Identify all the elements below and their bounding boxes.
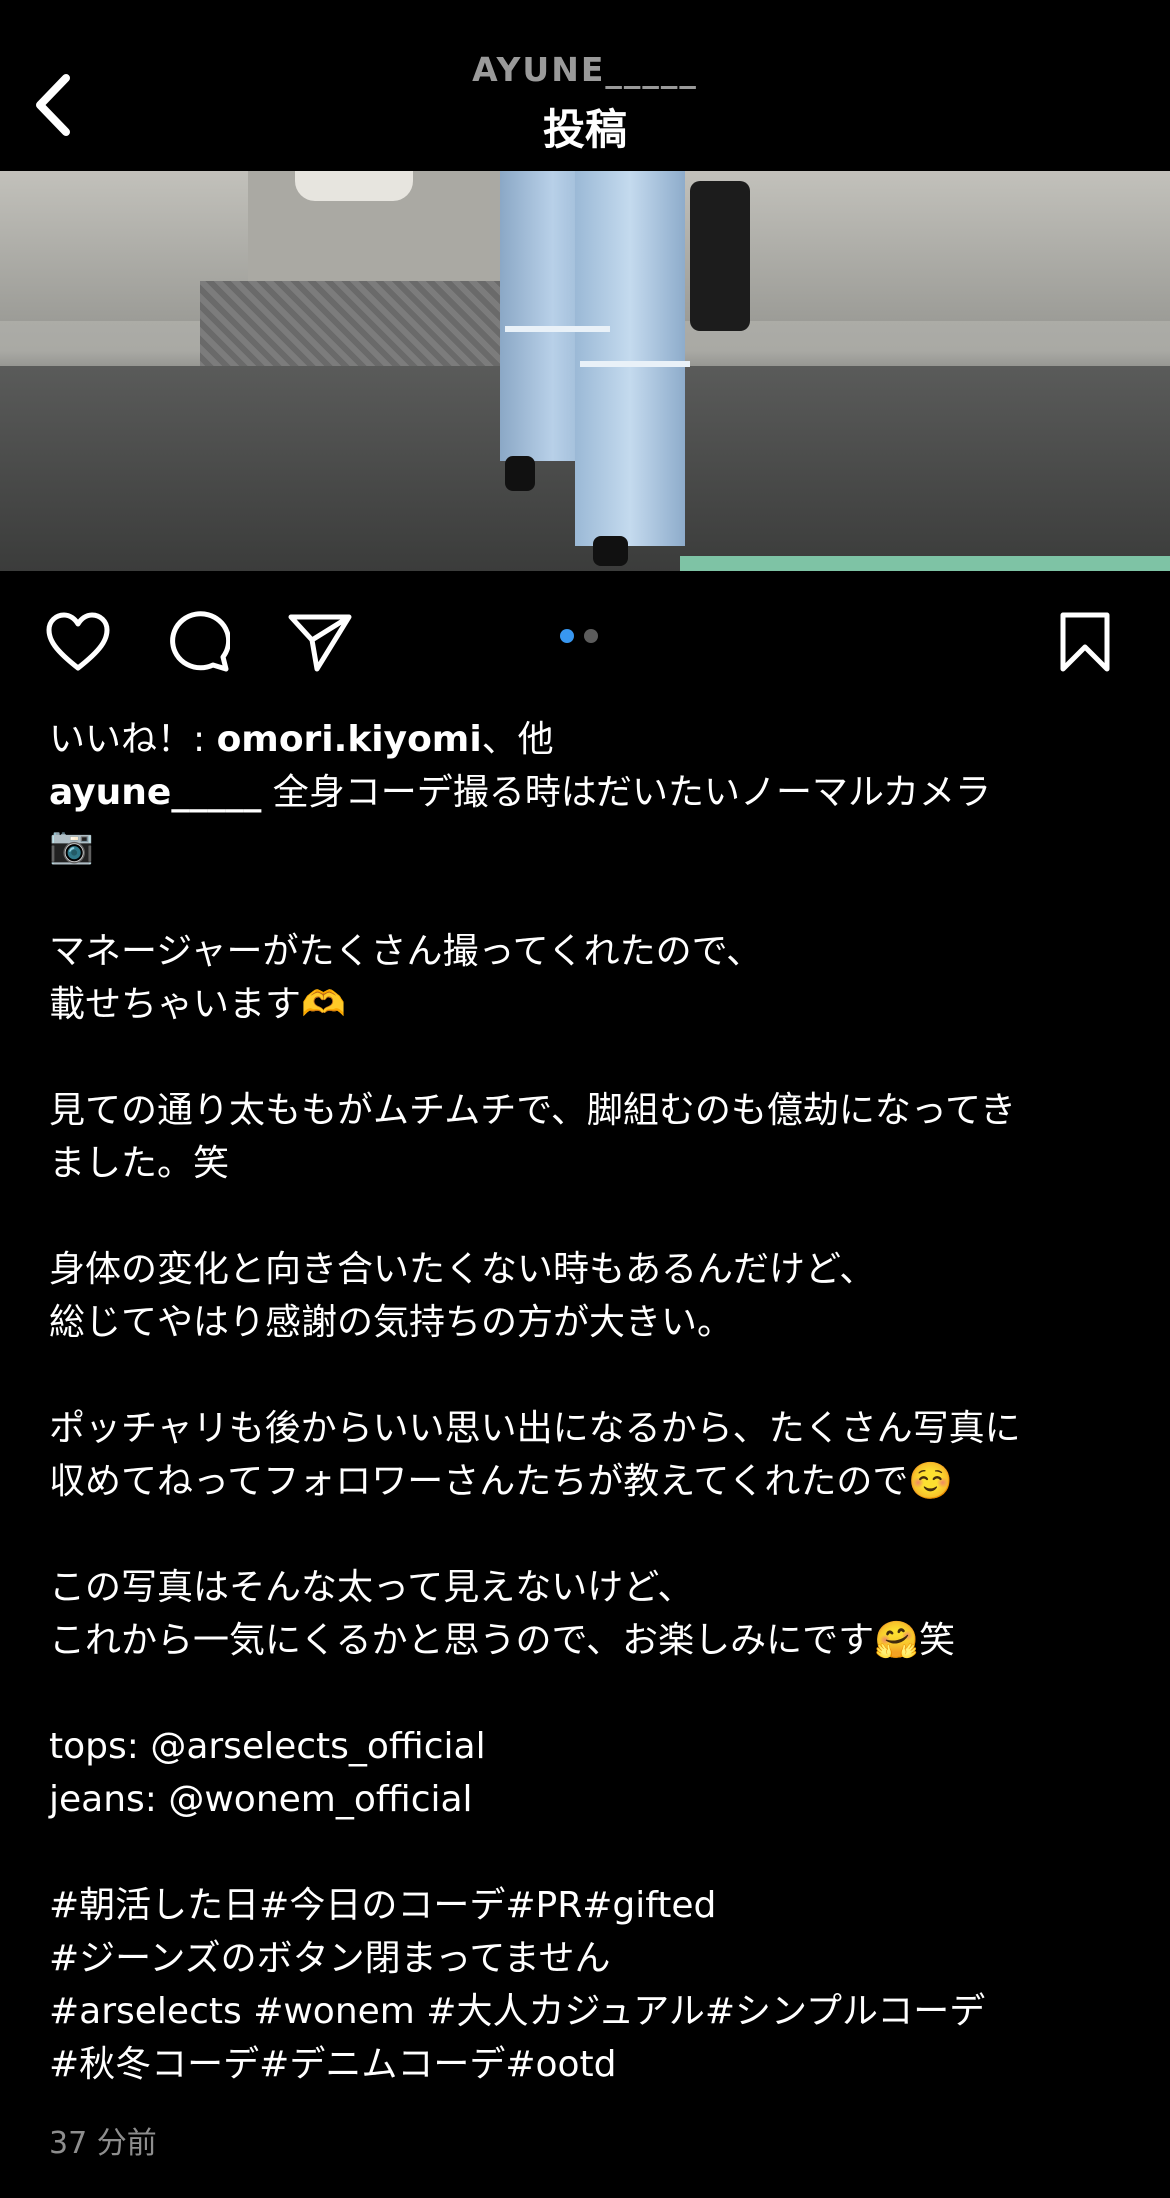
comment-button[interactable] [163,607,233,677]
caption-first-line: ayune_____ 全身コーデ撮る時はだいたいノーマルカメラ [49,766,1129,819]
carousel-dot-active [560,629,574,643]
share-button[interactable] [285,607,355,677]
post-timestamp: 37 分前 [49,2126,157,2161]
likes-suffix[interactable]: 、他 [482,719,554,760]
top-bar: AYUNE_____ 投稿 [0,0,1170,171]
photo-shoe-right [593,536,628,566]
caption-line: マネージャーがたくさん撮ってくれたので、 [49,931,763,972]
page-title: 投稿 [542,105,627,154]
caption-line [49,1031,1129,1084]
caption-line: 📷 [49,825,94,866]
photo-jeans-right [575,171,685,546]
photo-bag [690,181,750,331]
like-button[interactable] [43,607,113,677]
caption-tops-mention[interactable]: tops: @arselects_official [49,1720,1129,1773]
caption-line: 収めてねってフォロワーさんたちが教えてくれたので☺️ [49,1461,954,1502]
caption-text: 全身コーデ撮る時はだいたいノーマルカメラ [261,772,991,813]
caption-author-link[interactable]: ayune_____ [49,772,261,813]
comment-bubble-icon [170,611,230,672]
likes-line: いいね！: omori.kiyomi、他 [49,713,1129,766]
carousel-indicator [560,629,598,643]
photo-hem-right [580,361,690,367]
caption-hashtags[interactable]: #朝活した日#今日のコーデ#PR#gifted [49,1879,1129,1932]
caption-hashtags[interactable]: #秋冬コーデ#デニムコーデ#ootd [49,2038,1129,2091]
caption-line: ました。笑 [49,1143,230,1184]
caption-line [49,1667,1129,1720]
photo-hem-left [505,326,610,332]
caption-jeans-mention[interactable]: jeans: @wonem_official [49,1773,1129,1826]
caption-line: ポッチャリも後からいい思い出になるから、たくさん写真に [49,1408,1021,1449]
post-details: いいね！: omori.kiyomi、他 ayune_____ 全身コーデ撮る時… [49,713,1129,2091]
header-username[interactable]: AYUNE_____ [0,50,1170,89]
likes-prefix: いいね！: [49,719,217,760]
paper-plane-icon [288,614,352,672]
likes-user-link[interactable]: omori.kiyomi [217,719,482,760]
post-photo[interactable] [0,171,1170,571]
caption-line [49,1508,1129,1561]
caption-line: 身体の変化と向き合いたくない時もあるんだけど、 [49,1249,876,1290]
heart-icon [46,612,110,671]
save-button[interactable] [1050,607,1120,677]
photo-curb [680,556,1170,571]
caption-line: 総じてやはり感謝の気持ちの方が大きい。 [49,1302,734,1343]
caption-line: この写真はそんな太って見えないけど、 [49,1567,694,1608]
caption-line: これから一気にくるかと思うので、お楽しみにです🤗笑 [49,1620,955,1661]
caption-line: 見ての通り太ももがムチムチで、脚組むのも億劫になってき [49,1090,1016,1131]
bookmark-icon [1060,612,1110,672]
caption-line [49,1349,1129,1402]
caption-hashtags[interactable]: #arselects #wonem #大人カジュアル#シンプルコーデ [49,1985,1129,2038]
caption-line [49,872,1129,925]
caption-line [49,1190,1129,1243]
action-bar [0,571,1170,711]
photo-pot [295,171,413,201]
caption-line: 載せちゃいます🫶 [49,984,346,1025]
caption-hashtags[interactable]: #ジーンズのボタン閉まってません [49,1932,1129,1985]
caption-line [49,1826,1129,1879]
photo-shoe-left [505,456,535,491]
carousel-dot [584,629,598,643]
